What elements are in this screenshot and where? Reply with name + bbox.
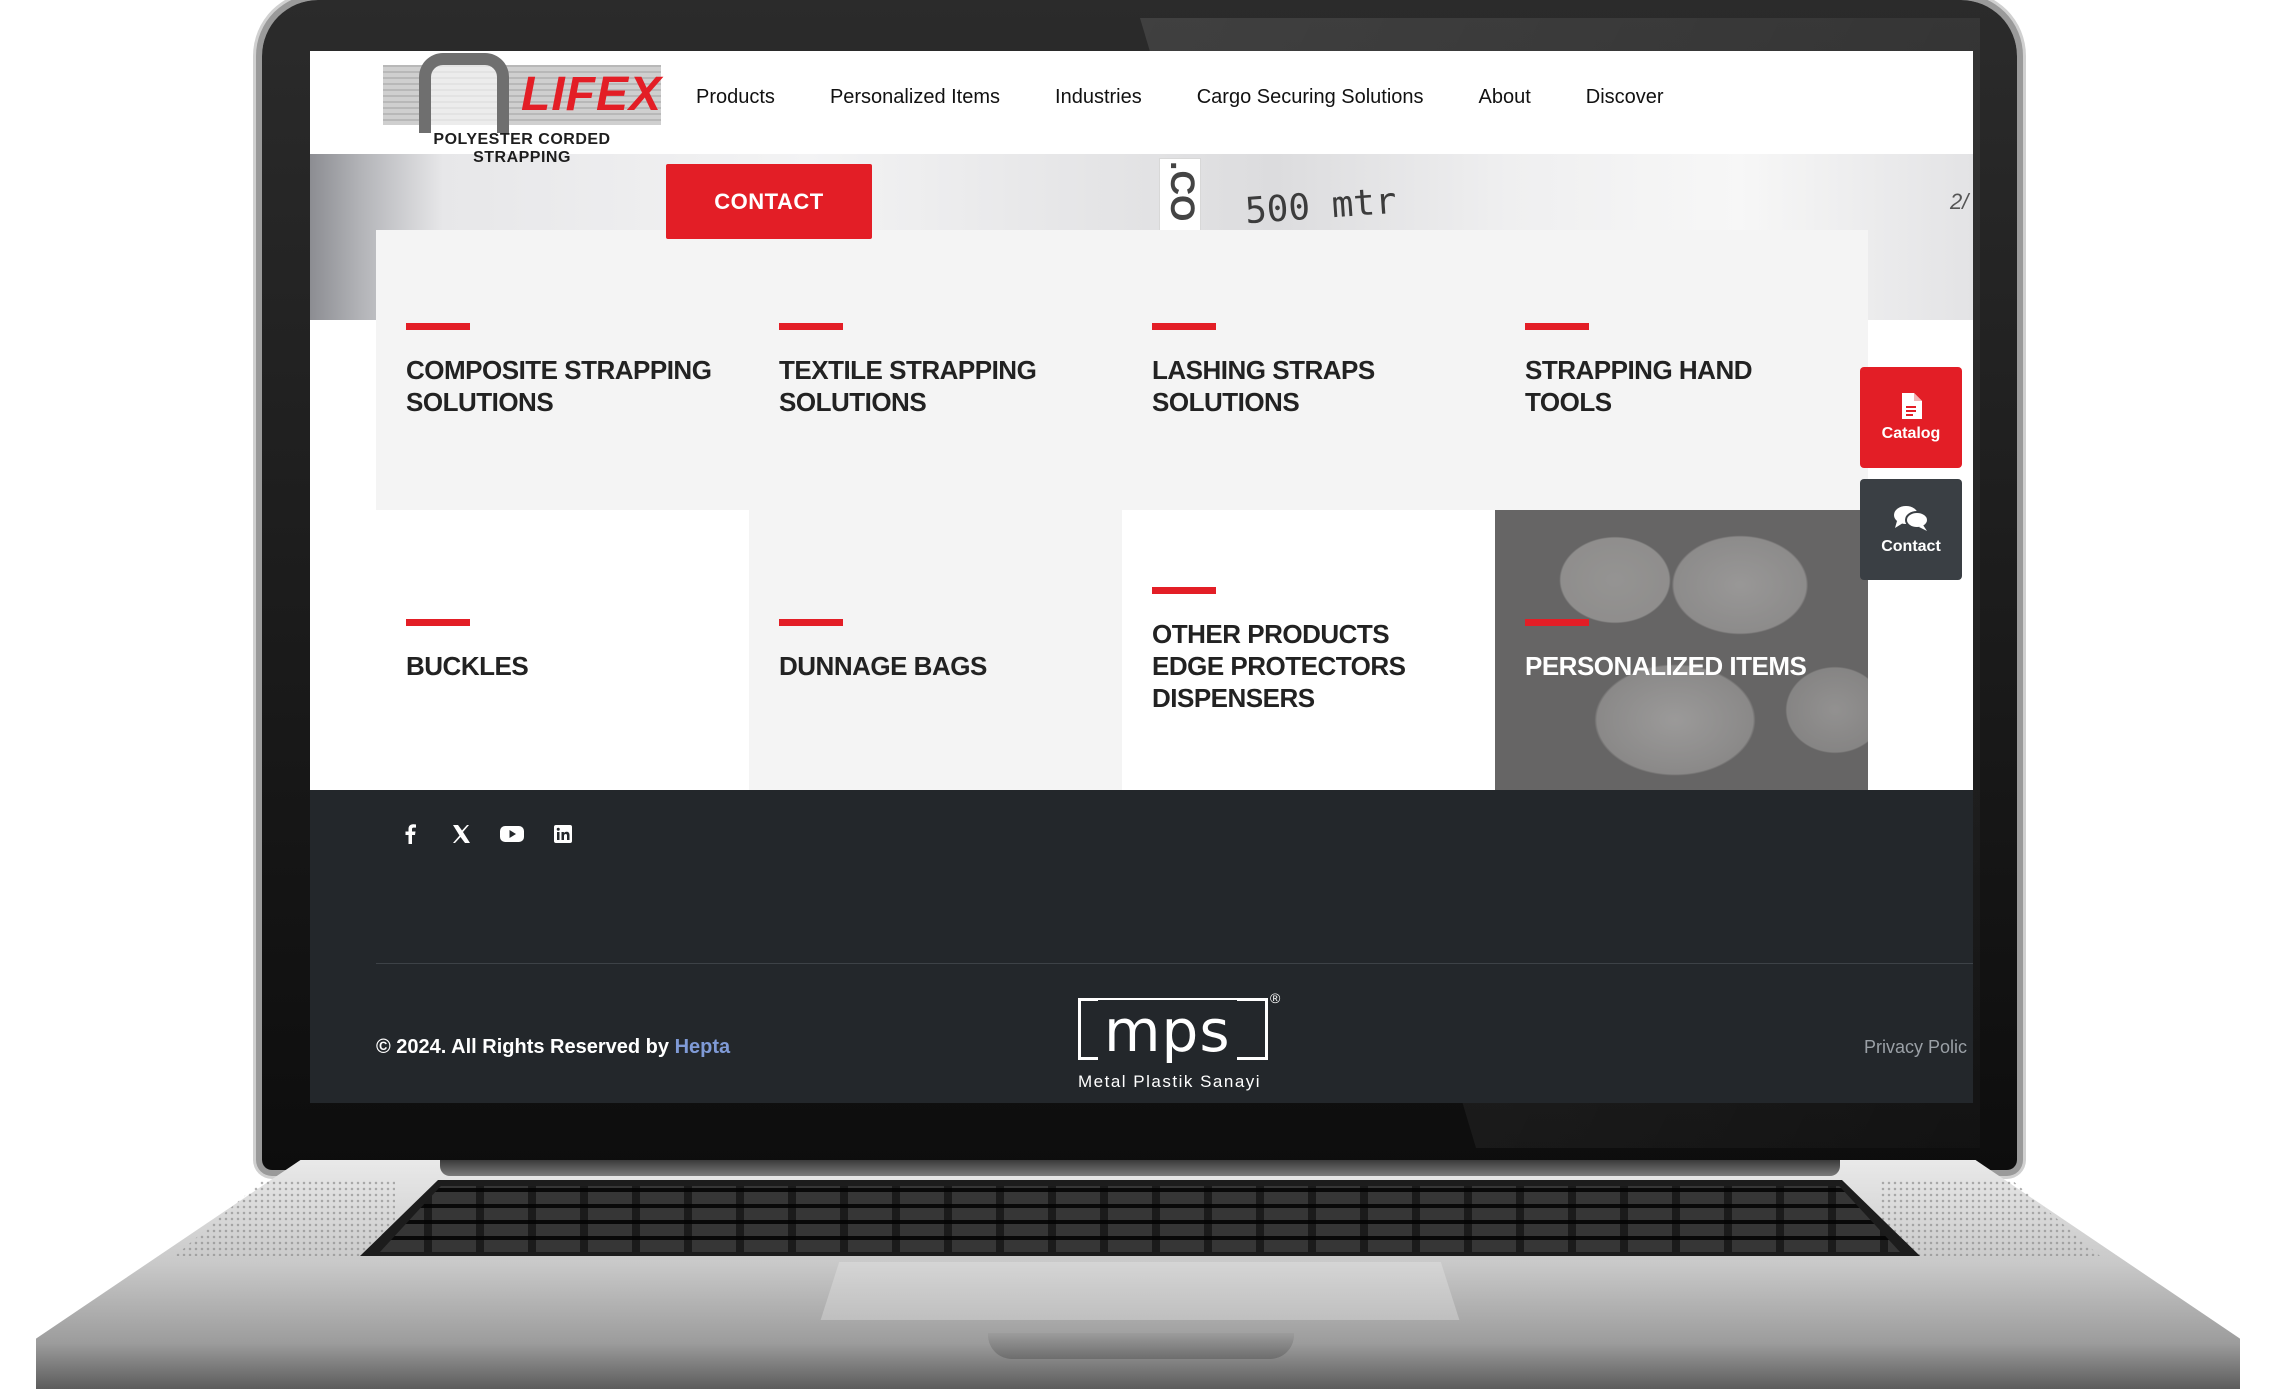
nav-products[interactable]: Products <box>696 86 775 109</box>
product-tile-composite-strapping[interactable]: COMPOSITE STRAPPING SOLUTIONS <box>376 230 749 510</box>
x-icon[interactable] <box>441 814 481 854</box>
copyright-prefix: © 2024. All Rights Reserved by <box>376 1036 669 1058</box>
logo-word: LIFEX <box>521 68 663 121</box>
tile-title: LASHING STRAPS SOLUTIONS <box>1152 354 1375 417</box>
facebook-icon[interactable] <box>390 814 430 854</box>
product-tile-dunnage-bags[interactable]: DUNNAGE BAGS <box>749 510 1122 790</box>
catalog-label: Catalog <box>1881 424 1941 442</box>
product-tile-strapping-hand-tools[interactable]: STRAPPING HAND TOOLS <box>1495 230 1868 510</box>
logo-staple-icon <box>419 53 509 133</box>
mps-logo-subtitle: Metal Plastik Sanayi <box>1078 1072 1262 1091</box>
hero-label-text: .CO <box>1163 161 1201 222</box>
product-grid: COMPOSITE STRAPPING SOLUTIONS TEXTILE ST… <box>376 230 1868 790</box>
main-nav: Products Personalized Items Industries C… <box>696 86 1719 109</box>
file-icon <box>1902 392 1922 419</box>
site-header: LIFEX POLYESTER CORDED STRAPPING Product… <box>310 51 1973 166</box>
nav-personalized-items[interactable]: Personalized Items <box>830 86 1000 109</box>
nav-about[interactable]: About <box>1479 86 1531 109</box>
youtube-icon[interactable] <box>492 814 532 854</box>
linkedin-icon[interactable] <box>543 814 583 854</box>
site-footer: © 2024. All Rights Reserved by Hepta mps… <box>310 790 1973 1103</box>
product-tile-personalized-items[interactable]: PERSONALIZED ITEMS <box>1495 510 1868 790</box>
catalog-button[interactable]: Catalog <box>1860 367 1962 468</box>
speaker-grille-left <box>175 1180 395 1256</box>
mps-logo[interactable]: mps ® Metal Plastik Sanayi <box>1078 990 1288 1098</box>
contact-label: Contact <box>1881 537 1941 555</box>
nav-discover[interactable]: Discover <box>1586 86 1664 109</box>
product-tile-other-products[interactable]: OTHER PRODUCTS EDGE PROTECTORS DISPENSER… <box>1122 510 1495 790</box>
trackpad <box>820 1262 1460 1322</box>
product-tile-textile-strapping[interactable]: TEXTILE STRAPPING SOLUTIONS <box>749 230 1122 510</box>
logo-tagline: POLYESTER CORDED STRAPPING <box>433 131 611 166</box>
tile-accent-bar <box>406 322 470 330</box>
nav-cargo-securing-solutions[interactable]: Cargo Securing Solutions <box>1197 86 1424 109</box>
social-links <box>390 814 594 854</box>
contact-button[interactable]: CONTACT <box>666 164 872 239</box>
floating-contact-button[interactable]: Contact <box>1860 479 1962 580</box>
tile-accent-bar <box>1152 586 1216 594</box>
mps-logo-word: mps <box>1098 1000 1237 1062</box>
tile-accent-bar <box>779 618 843 626</box>
tile-title: DUNNAGE BAGS <box>779 650 987 681</box>
copyright-text: © 2024. All Rights Reserved by Hepta <box>376 1036 730 1059</box>
tile-accent-bar <box>1525 322 1589 330</box>
tile-title: COMPOSITE STRAPPING SOLUTIONS <box>406 354 712 417</box>
footer-divider <box>376 963 1973 964</box>
laptop-hinge <box>440 1160 1840 1176</box>
chat-icon <box>1894 505 1929 531</box>
lifex-logo[interactable]: LIFEX POLYESTER CORDED STRAPPING <box>383 53 663 166</box>
product-tile-buckles[interactable]: BUCKLES <box>376 510 749 790</box>
nav-industries[interactable]: Industries <box>1055 86 1142 109</box>
tile-accent-bar <box>779 322 843 330</box>
tile-title: PERSONALIZED ITEMS <box>1525 650 1807 681</box>
tile-title: BUCKLES <box>406 650 529 681</box>
tile-title: OTHER PRODUCTS EDGE PROTECTORS DISPENSER… <box>1152 618 1406 713</box>
hepta-link[interactable]: Hepta <box>675 1036 731 1058</box>
lid-notch <box>988 1333 1294 1359</box>
laptop-screen: .CO 500 mtr 2/ LIFEX POLYESTER CORDED ST… <box>310 51 1973 1103</box>
tile-accent-bar <box>406 618 470 626</box>
hero-small-text: 2/ <box>1950 189 1969 214</box>
keyboard-keys <box>380 1186 1900 1252</box>
speaker-grille-right <box>1880 1180 2100 1256</box>
registered-mark: ® <box>1270 990 1281 1006</box>
tile-title: TEXTILE STRAPPING SOLUTIONS <box>779 354 1037 417</box>
tile-accent-bar <box>1152 322 1216 330</box>
product-tile-lashing-straps[interactable]: LASHING STRAPS SOLUTIONS <box>1122 230 1495 510</box>
tile-accent-bar <box>1525 618 1589 626</box>
privacy-policy-link[interactable]: Privacy Polic <box>1864 1037 1967 1058</box>
tile-title: STRAPPING HAND TOOLS <box>1525 354 1753 417</box>
